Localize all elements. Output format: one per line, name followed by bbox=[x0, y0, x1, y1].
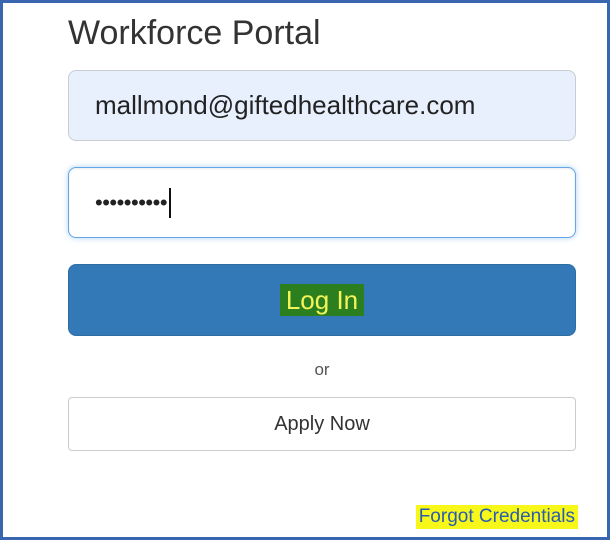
forgot-credentials-link[interactable]: Forgot Credentials bbox=[415, 505, 578, 529]
email-field[interactable]: mallmond@giftedhealthcare.com bbox=[68, 70, 576, 141]
apply-now-button[interactable]: Apply Now bbox=[68, 397, 576, 451]
email-value: mallmond@giftedhealthcare.com bbox=[95, 90, 476, 120]
login-button[interactable]: Log In bbox=[68, 264, 576, 336]
login-button-label: Log In bbox=[279, 284, 365, 316]
or-separator: or bbox=[314, 360, 330, 379]
apply-now-label: Apply Now bbox=[274, 412, 370, 435]
password-value: •••••••••• bbox=[95, 189, 168, 215]
password-field[interactable]: •••••••••• bbox=[68, 167, 576, 238]
text-caret bbox=[169, 187, 172, 218]
page-title: Workforce Portal bbox=[68, 14, 321, 52]
